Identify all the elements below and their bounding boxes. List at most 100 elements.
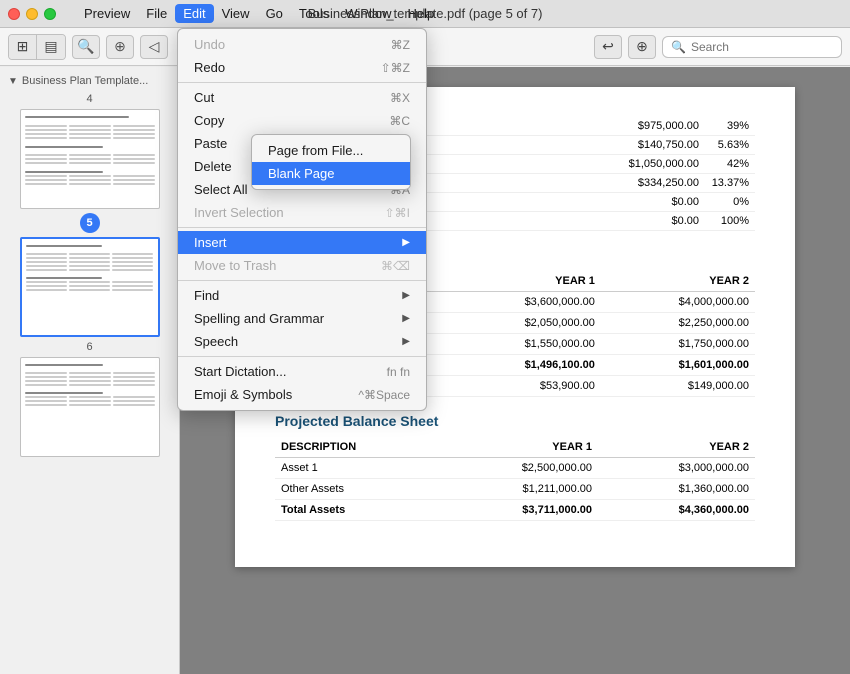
menu-item-copy-shortcut: ⌘C	[389, 114, 410, 128]
menu-preview[interactable]: Preview	[76, 4, 138, 23]
view-mode-buttons: ⊞ ▤	[8, 34, 66, 60]
cell-y1: $2,500,000.00	[441, 458, 598, 479]
annotate-button[interactable]: ⊕	[628, 35, 656, 59]
menu-edit[interactable]: Edit	[175, 4, 213, 23]
menu-item-spelling-label: Spelling and Grammar	[194, 311, 324, 326]
menu-item-undo[interactable]: Undo ⌘Z	[178, 33, 426, 56]
menu-item-find[interactable]: Find ▶	[178, 284, 426, 307]
window-title: BusinessPlan_template.pdf (page 5 of 7)	[308, 6, 543, 21]
submenu-item-page-from-file[interactable]: Page from File...	[252, 139, 410, 162]
insert-submenu: Page from File... Blank Page	[251, 134, 411, 190]
menu-item-insert[interactable]: Insert ▶	[178, 231, 426, 254]
menu-item-paste-label: Paste	[194, 136, 227, 151]
cell-y2: $2,250,000.00	[601, 313, 755, 334]
submenu-item-blank-page-label: Blank Page	[268, 166, 335, 181]
close-button[interactable]	[8, 8, 20, 20]
menu-item-redo-shortcut: ⇧⌘Z	[381, 61, 410, 75]
submenu-item-blank-page[interactable]: Blank Page	[252, 162, 410, 185]
page-5-badge: 5	[80, 213, 100, 233]
separator-3	[178, 280, 426, 281]
cell-y1: $3,600,000.00	[447, 292, 601, 313]
menu-item-delete-label: Delete	[194, 159, 232, 174]
zoom-in-button[interactable]: ⊕	[106, 35, 134, 59]
cell-pct: 42%	[705, 155, 755, 174]
submenu-arrow-spelling-icon: ▶	[402, 313, 410, 324]
table-row-bold: Total Assets $3,711,000.00 $4,360,000.00	[275, 500, 755, 521]
balance-table: DESCRIPTION YEAR 1 YEAR 2 Asset 1 $2,500…	[275, 437, 755, 521]
menu-item-cut[interactable]: Cut ⌘X	[178, 86, 426, 109]
menu-item-undo-label: Undo	[194, 37, 225, 52]
submenu-arrow-speech-icon: ▶	[402, 336, 410, 347]
page-6-thumbnail[interactable]	[20, 357, 160, 457]
submenu-item-page-from-file-label: Page from File...	[268, 143, 363, 158]
menu-go[interactable]: Go	[258, 4, 291, 23]
minimize-button[interactable]	[26, 8, 38, 20]
cell-y2: $1,601,000.00	[601, 355, 755, 376]
col-year2-header: YEAR 2	[598, 437, 755, 458]
cell-y2: $4,000,000.00	[601, 292, 755, 313]
cell-label: Total Assets	[275, 500, 441, 521]
menu-item-invert-selection[interactable]: Invert Selection ⇧⌘I	[178, 201, 426, 224]
col-year1-header: YEAR 1	[441, 437, 598, 458]
chevron-down-icon: ▼	[8, 76, 18, 87]
table-header-row: DESCRIPTION YEAR 1 YEAR 2	[275, 437, 755, 458]
back-button[interactable]: ◁	[140, 35, 168, 59]
menu-item-redo[interactable]: Redo ⇧⌘Z	[178, 56, 426, 79]
cell-pct: 0%	[705, 193, 755, 212]
menu-item-emoji-label: Emoji & Symbols	[194, 387, 292, 402]
sidebar-title: Business Plan Template...	[22, 75, 148, 87]
cell-y2: $1,360,000.00	[598, 479, 755, 500]
cell-y2: $1,750,000.00	[601, 334, 755, 355]
menu-item-find-label: Find	[194, 288, 219, 303]
submenu-arrow-find-icon: ▶	[402, 290, 410, 301]
single-page-view-button[interactable]: ⊞	[9, 35, 37, 59]
sidebar-header[interactable]: ▼ Business Plan Template...	[0, 71, 179, 91]
col-desc-header: DESCRIPTION	[275, 437, 441, 458]
cell-y2: $149,000.00	[601, 376, 755, 397]
table-row: Asset 1 $2,500,000.00 $3,000,000.00	[275, 458, 755, 479]
menu-item-dictation-shortcut: fn fn	[387, 365, 410, 379]
separator-4	[178, 356, 426, 357]
edit-menu: Undo ⌘Z Redo ⇧⌘Z Cut ⌘X Copy ⌘C Paste ⌘V…	[177, 28, 427, 411]
search-icon: 🔍	[671, 40, 686, 54]
page-4-number: 4	[0, 93, 179, 105]
col-year2-header: YEAR 2	[601, 271, 755, 292]
cell-y1: $1,496,100.00	[447, 355, 601, 376]
search-input[interactable]	[691, 40, 831, 54]
menu-item-emoji[interactable]: Emoji & Symbols ^⌘Space	[178, 383, 426, 406]
menu-view[interactable]: View	[214, 4, 258, 23]
sidebar: ▼ Business Plan Template... 4 5	[0, 67, 180, 674]
menu-item-move-trash[interactable]: Move to Trash ⌘⌫	[178, 254, 426, 277]
cell-y1: $2,050,000.00	[447, 313, 601, 334]
menu-item-move-trash-shortcut: ⌘⌫	[381, 259, 410, 273]
menu-item-dictation[interactable]: Start Dictation... fn fn	[178, 360, 426, 383]
menu-item-spelling[interactable]: Spelling and Grammar ▶	[178, 307, 426, 330]
cell-y1: $1,211,000.00	[441, 479, 598, 500]
cell-label: Other Assets	[275, 479, 441, 500]
menu-item-speech[interactable]: Speech ▶	[178, 330, 426, 353]
col-year1-header: YEAR 1	[447, 271, 601, 292]
menu-item-select-all-label: Select All	[194, 182, 247, 197]
rotate-button[interactable]: ↩	[594, 35, 622, 59]
two-page-view-button[interactable]: ▤	[37, 35, 65, 59]
page-6-number: 6	[0, 341, 179, 353]
menu-item-insert-label: Insert	[194, 235, 227, 250]
page-4-thumbnail[interactable]	[20, 109, 160, 209]
traffic-lights	[8, 8, 56, 20]
menu-item-invert-selection-shortcut: ⇧⌘I	[385, 206, 410, 220]
zoom-out-button[interactable]: 🔍	[72, 35, 100, 59]
balance-section-title: Projected Balance Sheet	[275, 413, 755, 429]
cell-y2: $3,000,000.00	[598, 458, 755, 479]
page-5-thumbnail[interactable]	[20, 237, 160, 337]
menu-item-redo-label: Redo	[194, 60, 225, 75]
menu-item-speech-label: Speech	[194, 334, 238, 349]
cell-y1: $3,711,000.00	[441, 500, 598, 521]
menu-item-move-trash-label: Move to Trash	[194, 258, 276, 273]
zoom-button[interactable]	[44, 8, 56, 20]
menu-item-copy[interactable]: Copy ⌘C	[178, 109, 426, 132]
titlebar: Preview File Edit View Go Tools Window H…	[0, 0, 850, 28]
search-bar: 🔍	[662, 36, 842, 58]
menu-file[interactable]: File	[138, 4, 175, 23]
cell-pct: 5.63%	[705, 136, 755, 155]
submenu-arrow-icon: ▶	[402, 237, 410, 248]
